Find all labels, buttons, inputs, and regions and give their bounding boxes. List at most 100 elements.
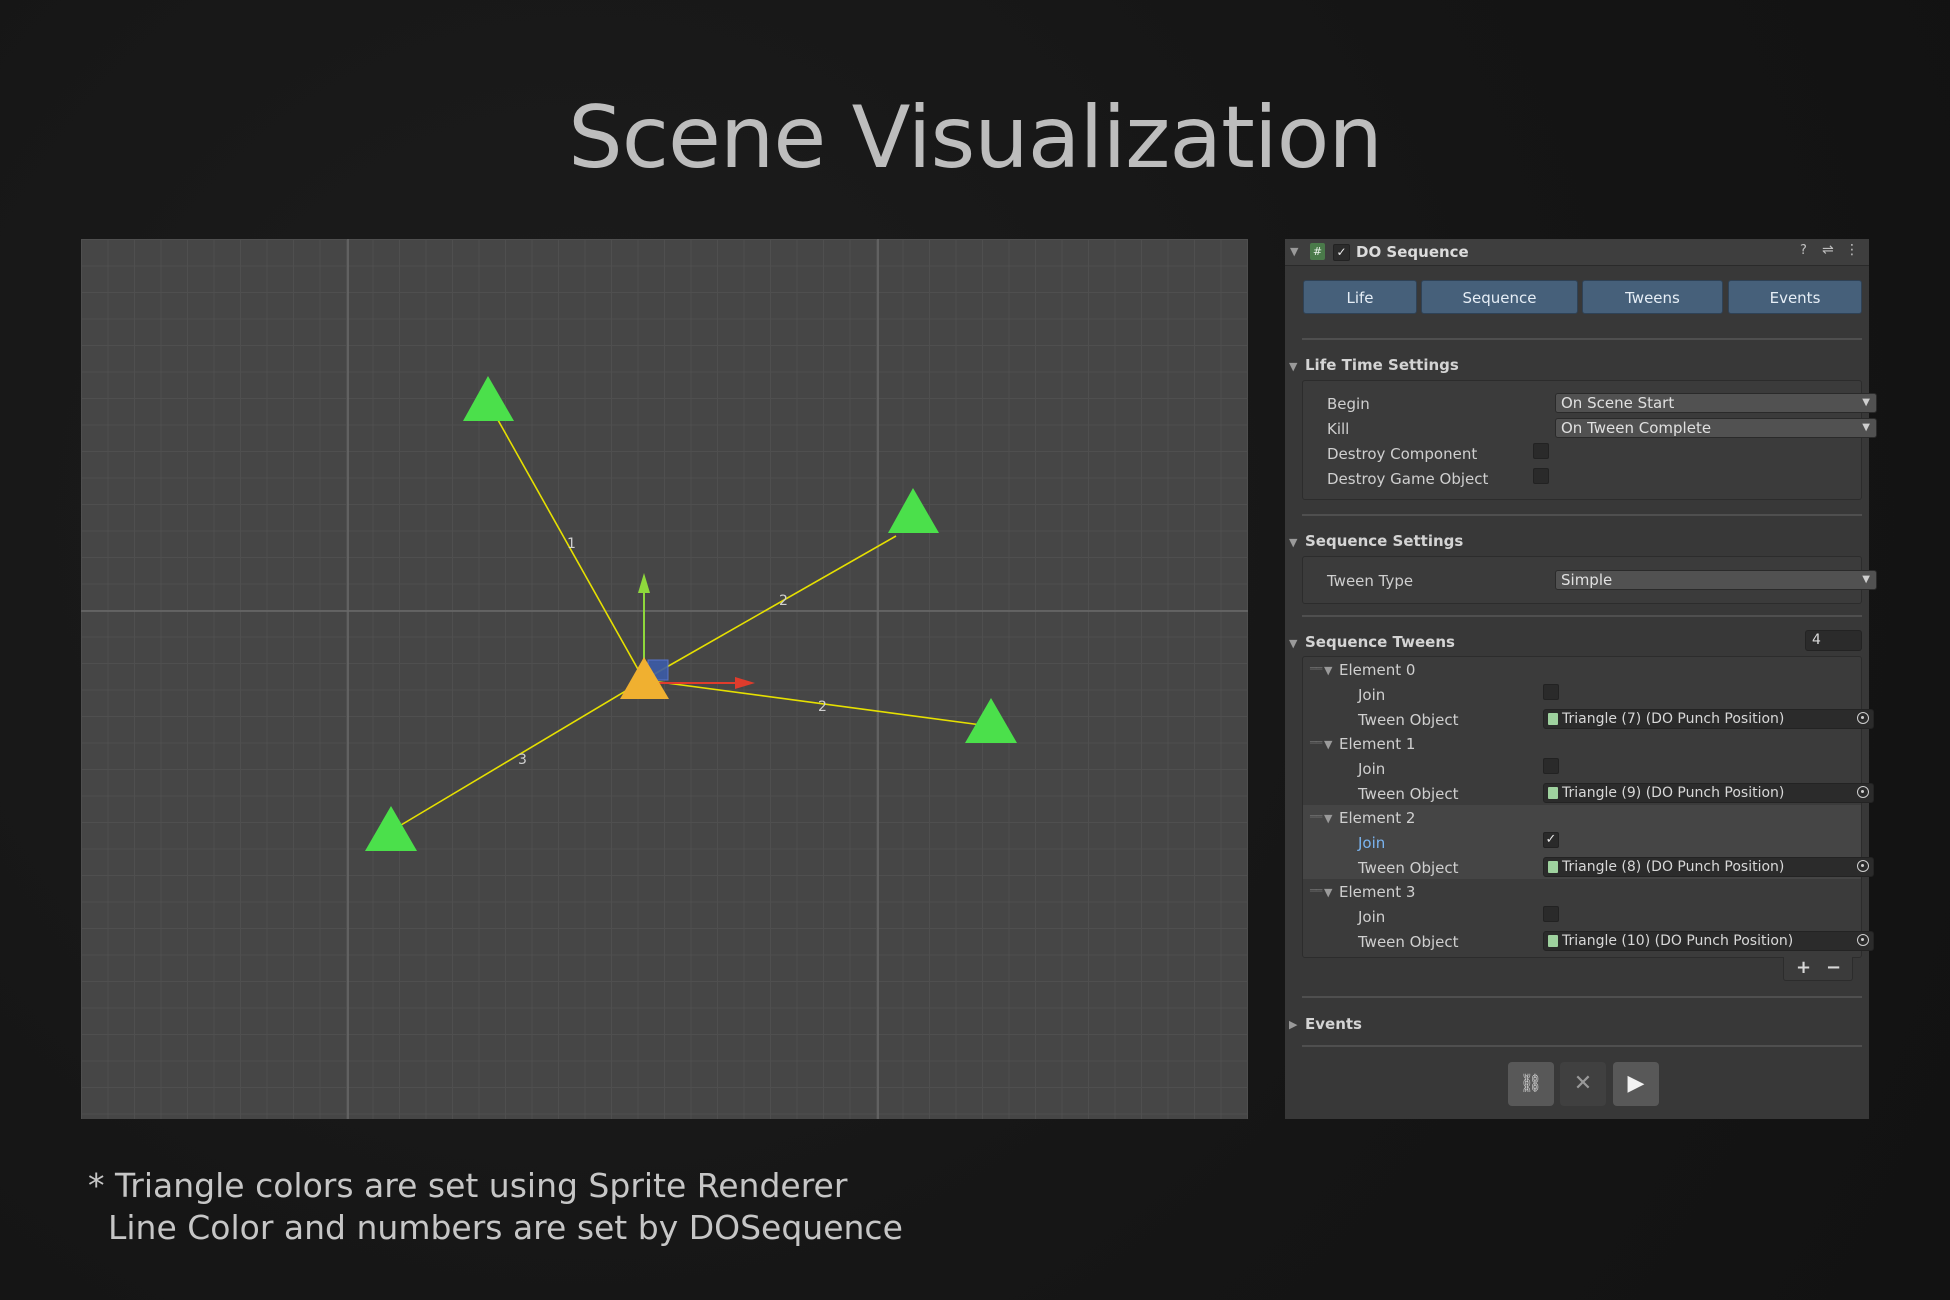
- tab-life[interactable]: Life: [1303, 280, 1417, 314]
- element-name[interactable]: Element 3: [1339, 883, 1415, 901]
- dropdown-arrow-icon: ▼: [1862, 397, 1870, 408]
- join-label: Join: [1358, 834, 1386, 852]
- life-settings-box: Begin On Scene Start ▼ Kill On Tween Com…: [1302, 380, 1877, 500]
- tween-object-field[interactable]: Triangle (8) (DO Punch Position): [1543, 857, 1874, 877]
- begin-value: On Scene Start: [1561, 394, 1675, 412]
- tween-object-label: Tween Object: [1358, 859, 1459, 877]
- help-icon[interactable]: ?: [1800, 243, 1807, 258]
- more-options-icon[interactable]: ⋮: [1845, 242, 1859, 258]
- element-foldout-caret-icon[interactable]: ▼: [1324, 886, 1332, 899]
- connection-line-2a: [643, 535, 897, 681]
- add-element-button[interactable]: +: [1796, 957, 1811, 978]
- dropdown-arrow-icon: ▼: [1862, 574, 1870, 585]
- divider: [1302, 1045, 1862, 1047]
- dropdown-arrow-icon: ▼: [1862, 422, 1870, 433]
- component-header[interactable]: ▼ # ✓ DO Sequence ? ⇌ ⋮: [1285, 239, 1869, 266]
- join-checkbox[interactable]: [1543, 758, 1559, 774]
- triangle-bottom-left: [365, 806, 417, 851]
- gizmo-x-arrow: [735, 677, 755, 689]
- destroy-game-object-label: Destroy Game Object: [1327, 470, 1489, 488]
- events-foldout-caret-icon[interactable]: ▶: [1289, 1018, 1297, 1031]
- destroy-component-label: Destroy Component: [1327, 445, 1478, 463]
- footnote-line-2: Line Color and numbers are set by DOSequ…: [108, 1208, 903, 1247]
- tween-object-label: Tween Object: [1358, 933, 1459, 951]
- tweens-section-title[interactable]: Sequence Tweens: [1305, 633, 1455, 651]
- link-button[interactable]: ⛓: [1508, 1062, 1554, 1106]
- life-section-title[interactable]: Life Time Settings: [1305, 356, 1459, 374]
- begin-dropdown[interactable]: On Scene Start ▼: [1555, 393, 1877, 413]
- kill-value: On Tween Complete: [1561, 419, 1712, 437]
- line-label-1: 1: [567, 536, 576, 552]
- drag-handle-icon[interactable]: ══: [1310, 736, 1322, 749]
- scene-view[interactable]: 1 2 2 3: [81, 239, 1248, 1119]
- destroy-game-object-checkbox[interactable]: [1533, 468, 1549, 484]
- object-picker-icon[interactable]: [1857, 786, 1869, 798]
- tweens-list-box: ══ ▼ Element 0 Join Tween Object Triangl…: [1302, 656, 1874, 958]
- scene-canvas: 1 2 2 3: [81, 239, 1248, 1119]
- tween-object-value: Triangle (9) (DO Punch Position): [1562, 785, 1785, 801]
- tab-sequence[interactable]: Sequence: [1421, 280, 1578, 314]
- sequence-section-title[interactable]: Sequence Settings: [1305, 532, 1463, 550]
- footnote-line-1: * Triangle colors are set using Sprite R…: [88, 1166, 848, 1205]
- line-label-2b: 2: [818, 699, 827, 715]
- tween-type-dropdown[interactable]: Simple ▼: [1555, 570, 1877, 590]
- footnote: * Triangle colors are set using Sprite R…: [88, 1165, 903, 1249]
- divider: [1302, 615, 1862, 617]
- element-foldout-caret-icon[interactable]: ▼: [1324, 812, 1332, 825]
- life-foldout-caret-icon[interactable]: ▼: [1289, 360, 1297, 373]
- tween-object-field[interactable]: Triangle (7) (DO Punch Position): [1543, 709, 1874, 729]
- kill-label: Kill: [1327, 420, 1350, 438]
- tab-tweens[interactable]: Tweens: [1582, 280, 1723, 314]
- element-name[interactable]: Element 1: [1339, 735, 1415, 753]
- preset-icon[interactable]: ⇌: [1822, 242, 1834, 258]
- triangle-top-right: [888, 488, 939, 533]
- tween-object-field[interactable]: Triangle (9) (DO Punch Position): [1543, 783, 1874, 803]
- tweens-count-field[interactable]: 4: [1805, 630, 1862, 651]
- script-icon: #: [1310, 243, 1325, 260]
- list-item: ══ ▼ Element 0 Join Tween Object Triangl…: [1303, 657, 1874, 731]
- object-picker-icon[interactable]: [1857, 934, 1869, 946]
- enabled-checkbox[interactable]: ✓: [1333, 244, 1350, 261]
- destroy-component-checkbox[interactable]: [1533, 443, 1549, 459]
- drag-handle-icon[interactable]: ══: [1310, 662, 1322, 675]
- list-item: ══ ▼ Element 3 Join Tween Object Triangl…: [1303, 879, 1874, 953]
- divider: [1302, 338, 1862, 340]
- element-foldout-caret-icon[interactable]: ▼: [1324, 664, 1332, 677]
- tween-object-value: Triangle (7) (DO Punch Position): [1562, 711, 1785, 727]
- join-checkbox[interactable]: [1543, 684, 1559, 700]
- divider: [1302, 996, 1862, 998]
- object-picker-icon[interactable]: [1857, 712, 1869, 724]
- tween-object-value: Triangle (10) (DO Punch Position): [1562, 933, 1794, 949]
- collapse-caret-icon[interactable]: ▼: [1290, 245, 1298, 258]
- element-name[interactable]: Element 0: [1339, 661, 1415, 679]
- list-item-selected: ══ ▼ Element 2 Join ✓ Tween Object Trian…: [1303, 805, 1874, 879]
- tween-object-field[interactable]: Triangle (10) (DO Punch Position): [1543, 931, 1874, 951]
- element-name[interactable]: Element 2: [1339, 809, 1415, 827]
- object-picker-icon[interactable]: [1857, 860, 1869, 872]
- script-object-icon: [1548, 787, 1558, 799]
- remove-element-button[interactable]: −: [1826, 957, 1841, 978]
- drag-handle-icon[interactable]: ══: [1310, 884, 1322, 897]
- join-checkbox-checked[interactable]: ✓: [1543, 832, 1559, 848]
- tweens-foldout-caret-icon[interactable]: ▼: [1289, 637, 1297, 650]
- begin-label: Begin: [1327, 395, 1370, 413]
- drag-handle-icon[interactable]: ══: [1310, 810, 1322, 823]
- kill-dropdown[interactable]: On Tween Complete ▼: [1555, 418, 1877, 438]
- tween-type-label: Tween Type: [1327, 572, 1414, 590]
- tab-events[interactable]: Events: [1728, 280, 1862, 314]
- play-button[interactable]: ▶: [1613, 1062, 1659, 1106]
- line-label-2a: 2: [779, 593, 788, 609]
- join-label: Join: [1358, 760, 1386, 778]
- events-section-title[interactable]: Events: [1305, 1015, 1362, 1033]
- triangle-top-left: [463, 376, 514, 421]
- sequence-foldout-caret-icon[interactable]: ▼: [1289, 536, 1297, 549]
- element-foldout-caret-icon[interactable]: ▼: [1324, 738, 1332, 751]
- script-object-icon: [1548, 935, 1558, 947]
- connection-line-2b: [643, 679, 990, 727]
- page-headline: Scene Visualization: [568, 88, 1383, 188]
- join-checkbox[interactable]: [1543, 906, 1559, 922]
- list-footer: + −: [1783, 957, 1853, 981]
- stop-button[interactable]: ✕: [1560, 1062, 1606, 1106]
- script-object-icon: [1548, 713, 1558, 725]
- tween-object-label: Tween Object: [1358, 711, 1459, 729]
